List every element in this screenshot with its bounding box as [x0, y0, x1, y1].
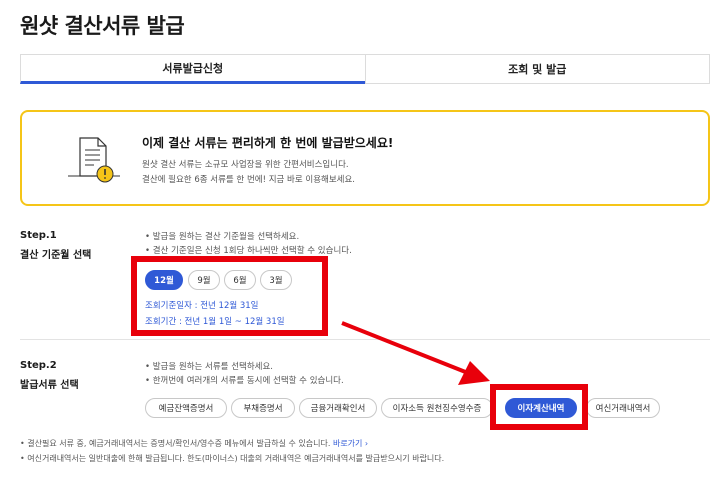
step2-label: Step.2	[20, 360, 57, 371]
step1-title: 결산 기준월 선택	[20, 250, 92, 261]
highlight-box-month	[131, 256, 328, 336]
step1-bullet: • 발급을 원하는 결산 기준월을 선택하세요.	[145, 232, 300, 242]
doc-option-debt-certificate[interactable]: 부채증명서	[231, 398, 295, 418]
highlight-box-document	[490, 384, 588, 430]
arrow-icon	[341, 321, 490, 385]
document-warning-icon	[68, 137, 120, 183]
step1-bullet: • 결산 기준일은 신청 1회당 하나씩만 선택할 수 있습니다.	[145, 246, 352, 256]
tab-inquiry-issue[interactable]: 조회 및 발급	[364, 54, 710, 84]
notice-banner: 이제 결산 서류는 편리하게 한 번에 발급받으세요! 원샷 결산 서류는 소규…	[20, 110, 710, 206]
step2-bullet: • 발급을 원하는 서류를 선택하세요.	[145, 362, 274, 372]
doc-option-interest-withholding[interactable]: 이자소득 원천징수영수증	[381, 398, 493, 418]
doc-option-financial-confirmation[interactable]: 금융거래확인서	[299, 398, 377, 418]
footer-note: • 여신거래내역서는 일반대출에 한해 발급됩니다. 한도(마이너스) 대출의 …	[20, 454, 445, 463]
tab-bar: 서류발급신청 조회 및 발급	[20, 54, 710, 84]
notice-line: 결산에 필요한 6종 서류를 한 번에! 지금 바로 이용해보세요.	[142, 175, 355, 185]
doc-option-loan-transactions[interactable]: 여신거래내역서	[586, 398, 660, 418]
step1-label: Step.1	[20, 230, 57, 241]
doc-option-deposit-balance[interactable]: 예금잔액증명서	[145, 398, 227, 418]
shortcut-link[interactable]: 바로가기 ›	[333, 439, 368, 448]
step2-title: 발급서류 선택	[20, 380, 79, 391]
page-title: 원샷 결산서류 발급	[20, 14, 185, 38]
notice-title: 이제 결산 서류는 편리하게 한 번에 발급받으세요!	[142, 136, 394, 150]
tab-document-request[interactable]: 서류발급신청	[20, 54, 365, 84]
footer-note: • 결산필요 서류 중, 예금거래내역서는 증명서/확인서/영수증 메뉴에서 발…	[20, 438, 368, 449]
notice-line: 원샷 결산 서류는 소규모 사업장을 위한 간편서비스입니다.	[142, 160, 349, 170]
footer-note-text: • 결산필요 서류 중, 예금거래내역서는 증명서/확인서/영수증 메뉴에서 발…	[20, 439, 331, 448]
step2-bullet: • 한꺼번에 여러개의 서류를 동시에 선택할 수 있습니다.	[145, 376, 344, 386]
